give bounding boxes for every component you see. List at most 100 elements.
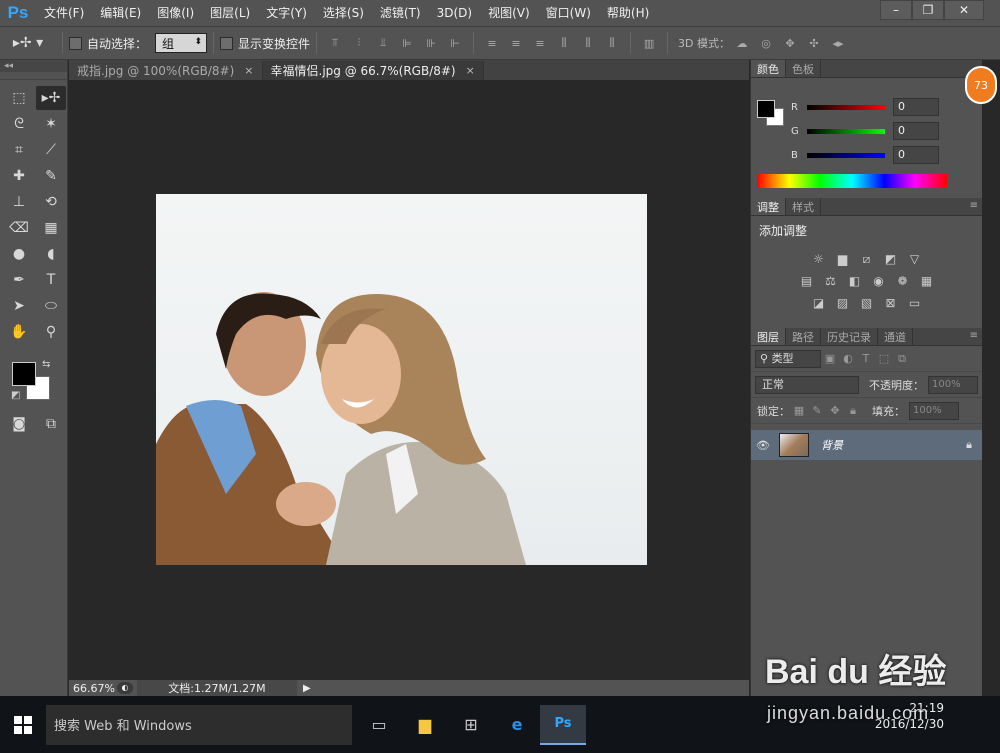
menu-file[interactable]: 文件(F) — [36, 0, 92, 26]
levels-icon[interactable]: ▆ — [834, 251, 852, 267]
distribute-hcenter-icon[interactable]: ⫼ — [578, 33, 598, 53]
distribute-bottom-icon[interactable]: ≡ — [530, 33, 550, 53]
channel-value-input[interactable]: 0 — [893, 98, 939, 116]
distribute-left-icon[interactable]: ⫼ — [554, 33, 574, 53]
tab-paths[interactable]: 路径 — [786, 328, 821, 345]
lock-position-icon[interactable]: ✥ — [826, 404, 844, 417]
auto-align-icon[interactable]: ▥ — [639, 33, 659, 53]
tab-styles[interactable]: 样式 — [786, 198, 821, 215]
curves-icon[interactable]: ⧄ — [858, 251, 876, 267]
foreground-color-chip[interactable] — [757, 100, 775, 118]
close-tab-icon[interactable]: × — [244, 64, 253, 77]
slider-track[interactable] — [807, 104, 885, 110]
menu-layer[interactable]: 图层(L) — [202, 0, 258, 26]
color-balance-icon[interactable]: ⚖ — [822, 273, 840, 289]
windows-start-icon[interactable] — [0, 705, 46, 745]
align-hcenter-icon[interactable]: ⊪ — [421, 33, 441, 53]
distribute-top-icon[interactable]: ≡ — [482, 33, 502, 53]
channel-mixer-icon[interactable]: ❁ — [894, 273, 912, 289]
slider-g[interactable]: G 0 — [791, 122, 939, 140]
path-selection-tool-icon[interactable]: ➤ — [4, 294, 34, 318]
type-tool-icon[interactable]: T — [36, 268, 66, 292]
align-bottom-icon[interactable]: ⫫ — [373, 33, 393, 53]
lock-brush-icon[interactable]: ✎ — [808, 404, 826, 417]
slider-b[interactable]: B 0 — [791, 146, 939, 164]
blur-tool-icon[interactable]: ● — [4, 242, 34, 266]
3d-drag-icon[interactable]: ✥ — [780, 33, 800, 53]
zoom-tool-icon[interactable]: ⚲ — [36, 320, 66, 344]
menu-edit[interactable]: 编辑(E) — [92, 0, 149, 26]
filter-shape-icon[interactable]: ⬚ — [875, 352, 893, 365]
ellipse-tool-icon[interactable]: ⬭ — [36, 294, 66, 318]
menu-help[interactable]: 帮助(H) — [599, 0, 657, 26]
menu-image[interactable]: 图像(I) — [149, 0, 202, 26]
panel-menu-icon[interactable]: ≡ — [970, 200, 978, 211]
layer-row[interactable]: 👁︎ 背景 🔒︎ — [751, 430, 982, 460]
document-image[interactable] — [156, 194, 647, 565]
move-tool-icon[interactable]: ▸✢ — [36, 86, 66, 110]
screen-mode-icon[interactable]: ⧉ — [36, 412, 66, 436]
3d-roll-icon[interactable]: ◎ — [756, 33, 776, 53]
gradient-map-icon[interactable]: ▭ — [906, 295, 924, 311]
menu-filter[interactable]: 滤镜(T) — [372, 0, 429, 26]
lock-pixels-icon[interactable]: ▦ — [790, 404, 808, 417]
slider-track[interactable] — [807, 128, 885, 134]
notification-badge[interactable]: 73 — [965, 66, 997, 104]
color-lookup-icon[interactable]: ▦ — [918, 273, 936, 289]
3d-scale-icon[interactable]: ◂▸ — [828, 33, 848, 53]
hue-saturation-icon[interactable]: ▤ — [798, 273, 816, 289]
dodge-tool-icon[interactable]: ◖ — [36, 242, 66, 266]
filter-smart-icon[interactable]: ⧉ — [893, 352, 911, 366]
info-icon[interactable]: ◐ — [117, 682, 133, 694]
document-tab-2[interactable]: 幸福情侣.jpg @ 66.7%(RGB/8#) × — [262, 61, 484, 80]
eraser-tool-icon[interactable]: ⌫ — [4, 216, 34, 240]
clone-stamp-tool-icon[interactable]: ⊥ — [4, 190, 34, 214]
photo-filter-icon[interactable]: ◉ — [870, 273, 888, 289]
healing-brush-tool-icon[interactable]: ✚ — [4, 164, 34, 188]
exposure-icon[interactable]: ◩ — [882, 251, 900, 267]
filter-adjust-icon[interactable]: ◐ — [839, 352, 857, 365]
edge-browser-icon[interactable]: e — [494, 705, 540, 745]
align-left-icon[interactable]: ⊫ — [397, 33, 417, 53]
task-view-icon[interactable]: ▭ — [356, 705, 402, 745]
opacity-input[interactable]: 100% — [928, 375, 978, 394]
photoshop-taskbar-icon[interactable]: Ps — [540, 704, 586, 745]
filter-pixel-icon[interactable]: ▣ — [821, 352, 839, 365]
brightness-icon[interactable]: ☼ — [810, 251, 828, 267]
quick-mask-icon[interactable]: ◙ — [4, 412, 34, 436]
foreground-color-swatch[interactable] — [12, 362, 36, 386]
tab-channels[interactable]: 通道 — [878, 328, 913, 345]
move-tool-preset-icon[interactable]: ▸✢ ▾ — [0, 35, 56, 51]
lasso-tool-icon[interactable]: ᘓ — [4, 112, 34, 136]
black-white-icon[interactable]: ◧ — [846, 273, 864, 289]
3d-rotate-icon[interactable]: ☁ — [732, 33, 752, 53]
eyedropper-tool-icon[interactable]: ⟋ — [36, 138, 66, 162]
crop-tool-icon[interactable]: ⌗ — [4, 138, 34, 162]
status-menu-icon[interactable]: ▶ — [303, 683, 311, 694]
channel-value-input[interactable]: 0 — [893, 146, 939, 164]
distribute-vcenter-icon[interactable]: ≡ — [506, 33, 526, 53]
posterize-icon[interactable]: ▨ — [834, 295, 852, 311]
visibility-eye-icon[interactable]: 👁︎ — [751, 439, 775, 452]
color-spectrum[interactable] — [757, 174, 947, 188]
store-icon[interactable]: ⊞ — [448, 705, 494, 745]
kind-filter-dropdown[interactable]: ⚲ 类型 — [755, 349, 821, 368]
filter-type-icon[interactable]: T — [857, 352, 875, 365]
swap-colors-icon[interactable]: ⇆ — [42, 359, 50, 370]
panel-menu-icon[interactable]: ≡ — [970, 330, 978, 341]
marquee-tool-icon[interactable]: ⬚ — [4, 86, 34, 110]
distribute-right-icon[interactable]: ⫼ — [602, 33, 622, 53]
history-brush-tool-icon[interactable]: ⟲ — [36, 190, 66, 214]
close-icon[interactable]: ✕ — [944, 0, 984, 20]
taskbar-search-input[interactable]: 搜索 Web 和 Windows — [46, 704, 352, 745]
minimize-icon[interactable]: – — [880, 0, 912, 20]
show-transform-checkbox[interactable] — [220, 36, 234, 50]
canvas-area[interactable] — [69, 80, 749, 680]
menu-type[interactable]: 文字(Y) — [258, 0, 315, 26]
brush-tool-icon[interactable]: ✎ — [36, 164, 66, 188]
auto-select-dropdown[interactable]: 组 ⬍ — [155, 33, 208, 53]
pen-tool-icon[interactable]: ✒ — [4, 268, 34, 292]
restore-icon[interactable]: ❐ — [912, 0, 944, 20]
blend-mode-dropdown[interactable]: 正常 — [755, 375, 859, 394]
slider-track[interactable] — [807, 152, 885, 158]
